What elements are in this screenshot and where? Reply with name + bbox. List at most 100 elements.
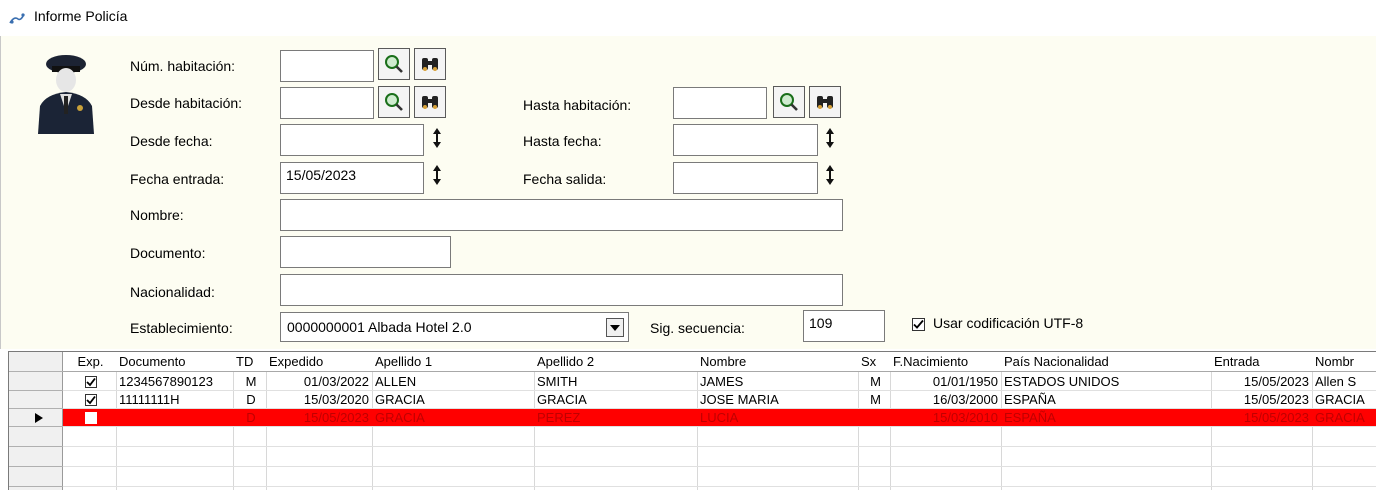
window-titlebar: Informe Policía xyxy=(0,0,1376,36)
grid-header-documento[interactable]: Documento xyxy=(119,352,233,372)
grid-header-td[interactable]: TD xyxy=(236,352,266,372)
cell-fnacimiento[interactable]: 01/01/1950 xyxy=(893,373,1001,391)
hasta-habitacion-search-button[interactable] xyxy=(773,86,805,118)
usar-utf8-checkbox[interactable] xyxy=(912,318,925,331)
grid-header-apellido1[interactable]: Apellido 1 xyxy=(375,352,534,372)
cell-nombre[interactable]: JAMES xyxy=(700,373,858,391)
hasta-fecha-input[interactable] xyxy=(673,124,818,156)
cell-pais[interactable]: ESTADOS UNIDOS xyxy=(1004,373,1211,391)
cell-td[interactable]: D xyxy=(236,391,266,409)
hasta-habitacion-input[interactable] xyxy=(673,87,767,119)
row-indicator[interactable] xyxy=(9,409,63,427)
checkmark-icon xyxy=(85,395,96,405)
cell-documento[interactable] xyxy=(119,409,233,427)
sig-secuencia-input[interactable]: 109 xyxy=(803,310,885,342)
fecha-salida-input[interactable] xyxy=(673,162,818,194)
usar-utf8-label[interactable]: Usar codificación UTF-8 xyxy=(933,315,1083,331)
establecimiento-dropdown-button[interactable] xyxy=(606,318,624,337)
desde-habitacion-input[interactable] xyxy=(280,87,374,119)
desde-habitacion-search-button[interactable] xyxy=(378,86,410,118)
cell-nombre2[interactable]: Allen S xyxy=(1315,373,1376,391)
grid-header-fnacimiento[interactable]: F.Nacimiento xyxy=(893,352,1001,372)
cell-apellido2[interactable]: GRACIA xyxy=(537,391,697,409)
grid-header-expedido[interactable]: Expedido xyxy=(269,352,372,372)
grid-header-nombre2[interactable]: Nombr xyxy=(1315,352,1376,372)
grid-header-sx[interactable]: Sx xyxy=(861,352,890,372)
table-row[interactable]: 1234567890123 M 01/03/2022 ALLEN SMITH JAMES M… xyxy=(63,373,1376,391)
exp-checkbox[interactable] xyxy=(84,412,97,424)
cell-apellido1[interactable]: ALLEN xyxy=(375,373,534,391)
magnifier-icon xyxy=(780,93,798,111)
desde-fecha-spin-icon[interactable] xyxy=(430,127,444,149)
row-divider xyxy=(63,486,1376,487)
cell-entrada[interactable]: 15/05/2023 xyxy=(1214,373,1312,391)
cell-sx[interactable]: M xyxy=(861,373,890,391)
grid-header-exp[interactable]: Exp. xyxy=(65,352,116,372)
grid-header-nombre[interactable]: Nombre xyxy=(700,352,858,372)
fecha-salida-label: Fecha salida: xyxy=(523,171,607,187)
cell-apellido2[interactable]: SMITH xyxy=(537,373,697,391)
grid-header-apellido2[interactable]: Apellido 2 xyxy=(537,352,697,372)
fecha-entrada-spin-icon[interactable] xyxy=(430,164,444,186)
guests-grid[interactable]: Exp. Documento TD Expedido Apellido 1 Apellid… xyxy=(8,351,1376,490)
nombre-input[interactable] xyxy=(280,199,843,231)
cell-pais[interactable]: ESPAÑA xyxy=(1004,391,1211,409)
window-title: Informe Policía xyxy=(34,8,128,24)
cell-fnacimiento[interactable]: 16/03/2000 xyxy=(893,391,1001,409)
magnifier-icon xyxy=(385,93,403,111)
cell-exp[interactable] xyxy=(65,391,116,409)
cell-pais[interactable]: ESPAÑA xyxy=(1004,409,1211,427)
cell-expedido[interactable]: 15/05/2023 xyxy=(269,409,372,427)
desde-habitacion-label: Desde habitación: xyxy=(130,95,243,111)
checkmark-icon xyxy=(85,377,96,387)
cell-exp[interactable] xyxy=(65,373,116,391)
hasta-fecha-spin-icon[interactable] xyxy=(823,127,837,149)
grid-header-pais[interactable]: País Nacionalidad xyxy=(1004,352,1211,372)
cell-nombre[interactable]: LUCIA xyxy=(700,409,858,427)
establecimiento-select[interactable]: 0000000001 Albada Hotel 2.0 xyxy=(280,312,629,342)
row-divider xyxy=(63,466,1376,467)
cell-sx[interactable] xyxy=(861,409,890,427)
cell-documento[interactable]: 11111111H xyxy=(119,391,233,409)
grid-header-entrada[interactable]: Entrada xyxy=(1214,352,1312,372)
nacionalidad-label: Nacionalidad: xyxy=(130,284,215,300)
num-habitacion-find-button[interactable] xyxy=(414,48,446,80)
table-row[interactable]: D 15/05/2023 GRACIA PEREZ LUCIA 15/03/2010 ESP… xyxy=(63,409,1376,427)
num-habitacion-input[interactable] xyxy=(280,50,374,82)
exp-checkbox[interactable] xyxy=(84,376,97,388)
grid-header-row: Exp. Documento TD Expedido Apellido 1 Apellid… xyxy=(63,352,1376,372)
num-habitacion-search-button[interactable] xyxy=(378,48,410,80)
cell-td[interactable]: D xyxy=(236,409,266,427)
cell-nombre2[interactable]: GRACIA xyxy=(1315,391,1376,409)
cell-entrada[interactable]: 15/05/2023 xyxy=(1214,391,1312,409)
cell-documento[interactable]: 1234567890123 xyxy=(119,373,233,391)
fecha-entrada-input[interactable]: 15/05/2023 xyxy=(280,162,424,194)
desde-habitacion-find-button[interactable] xyxy=(414,86,446,118)
documento-label: Documento: xyxy=(130,245,206,261)
table-row[interactable]: 11111111H D 15/03/2020 GRACIA GRACIA JOSE MAR… xyxy=(63,391,1376,409)
cell-fnacimiento[interactable]: 15/03/2010 xyxy=(893,409,1001,427)
cell-td[interactable]: M xyxy=(236,373,266,391)
cell-sx[interactable]: M xyxy=(861,391,890,409)
cell-nombre2[interactable]: GRACIA xyxy=(1315,409,1376,427)
nacionalidad-input[interactable] xyxy=(280,274,843,306)
cell-nombre[interactable]: JOSE MARIA xyxy=(700,391,858,409)
fecha-entrada-label: Fecha entrada: xyxy=(130,171,225,187)
cell-exp[interactable] xyxy=(65,409,116,427)
documento-input[interactable] xyxy=(280,236,451,268)
num-habitacion-label: Núm. habitación: xyxy=(130,58,236,74)
cell-apellido2[interactable]: PEREZ xyxy=(537,409,697,427)
row-indicator xyxy=(9,447,63,467)
cell-expedido[interactable]: 01/03/2022 xyxy=(269,373,372,391)
exp-checkbox[interactable] xyxy=(84,394,97,406)
cell-expedido[interactable]: 15/03/2020 xyxy=(269,391,372,409)
hasta-habitacion-find-button[interactable] xyxy=(809,86,841,118)
row-indicator[interactable] xyxy=(9,373,63,391)
row-indicator[interactable] xyxy=(9,391,63,409)
cell-apellido1[interactable]: GRACIA xyxy=(375,409,534,427)
cell-apellido1[interactable]: GRACIA xyxy=(375,391,534,409)
desde-fecha-input[interactable] xyxy=(280,124,424,156)
fecha-salida-spin-icon[interactable] xyxy=(823,164,837,186)
cell-entrada[interactable]: 15/05/2023 xyxy=(1214,409,1312,427)
binoculars-icon xyxy=(422,58,438,71)
